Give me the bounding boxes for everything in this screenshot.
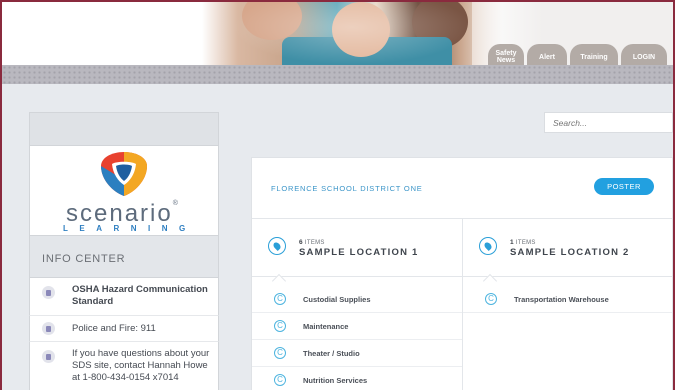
nav-tab-alert[interactable]: Alert — [527, 44, 567, 65]
document-icon — [42, 286, 55, 299]
header-banner: Safety News Alert Training LOGIN — [2, 2, 673, 65]
list-item-label: Transportation Warehouse — [514, 295, 609, 304]
info-item-osha[interactable]: OSHA Hazard Communication Standard — [29, 278, 219, 316]
location-name: SAMPLE LOCATION 2 — [510, 247, 630, 258]
nav-tab-training[interactable]: Training — [570, 44, 618, 65]
item-count: 1 ITEMS — [510, 239, 536, 246]
list-item-label: Theater / Studio — [303, 349, 360, 358]
location-header[interactable]: 1 ITEMS SAMPLE LOCATION 2 — [463, 219, 672, 289]
item-count: 6 ITEMS — [299, 239, 325, 246]
locations-panel: FLORENCE SCHOOL DISTRICT ONE POSTER 6 IT… — [251, 157, 673, 390]
location-column: 6 ITEMS SAMPLE LOCATION 1 C Custodial Su… — [252, 219, 462, 390]
info-item-label: If you have questions about your SDS sit… — [72, 348, 210, 383]
district-name[interactable]: FLORENCE SCHOOL DISTRICT ONE — [271, 184, 423, 193]
location-column: 1 ITEMS SAMPLE LOCATION 2 C Transportati… — [462, 219, 672, 390]
info-item-label: Police and Fire: 911 — [72, 323, 156, 334]
document-icon — [42, 350, 55, 363]
nav-tab-login[interactable]: LOGIN — [621, 44, 667, 65]
sidebar-top-bar — [29, 112, 219, 146]
poster-button[interactable]: POSTER — [594, 178, 654, 195]
info-item-police-fire[interactable]: Police and Fire: 911 — [29, 316, 219, 342]
list-item-label: Nutrition Services — [303, 376, 368, 385]
header-photo — [202, 2, 502, 65]
scenario-learning-logo[interactable]: scenario® LEARNING — [29, 146, 219, 235]
copyright-c-icon: C — [274, 293, 286, 305]
nav-tab-safety-news[interactable]: Safety News — [488, 44, 524, 65]
search-input[interactable] — [544, 112, 673, 133]
list-item-label: Maintenance — [303, 322, 349, 331]
list-item-label: Custodial Supplies — [303, 295, 371, 304]
list-item[interactable]: C Maintenance — [252, 313, 462, 340]
location-columns: 6 ITEMS SAMPLE LOCATION 1 C Custodial Su… — [252, 219, 672, 390]
list-item[interactable]: C Nutrition Services — [252, 367, 462, 390]
list-item[interactable]: C Transportation Warehouse — [463, 286, 672, 313]
list-item[interactable]: C Custodial Supplies — [252, 286, 462, 313]
shield-logo-icon — [101, 152, 147, 196]
location-name: SAMPLE LOCATION 1 — [299, 247, 419, 258]
map-pin-icon — [479, 237, 497, 255]
copyright-c-icon: C — [274, 320, 286, 332]
info-item-contact[interactable]: If you have questions about your SDS sit… — [29, 342, 219, 390]
app-frame: Safety News Alert Training LOGIN scenari… — [0, 0, 675, 390]
map-pin-icon — [268, 237, 286, 255]
top-nav: Safety News Alert Training LOGIN — [488, 44, 667, 65]
list-item[interactable]: C Theater / Studio — [252, 340, 462, 367]
copyright-c-icon: C — [274, 347, 286, 359]
sidebar: scenario® LEARNING INFO CENTER OSHA Haza… — [29, 112, 219, 390]
document-icon — [42, 322, 55, 335]
copyright-c-icon: C — [485, 293, 497, 305]
info-item-label: OSHA Hazard Communication Standard — [72, 284, 208, 307]
location-header[interactable]: 6 ITEMS SAMPLE LOCATION 1 — [252, 219, 462, 289]
header-pattern-strip — [2, 65, 673, 84]
info-center-heading: INFO CENTER — [29, 235, 219, 278]
logo-subtitle: LEARNING — [63, 224, 197, 233]
copyright-c-icon: C — [274, 374, 286, 386]
panel-header: FLORENCE SCHOOL DISTRICT ONE POSTER — [252, 158, 672, 219]
